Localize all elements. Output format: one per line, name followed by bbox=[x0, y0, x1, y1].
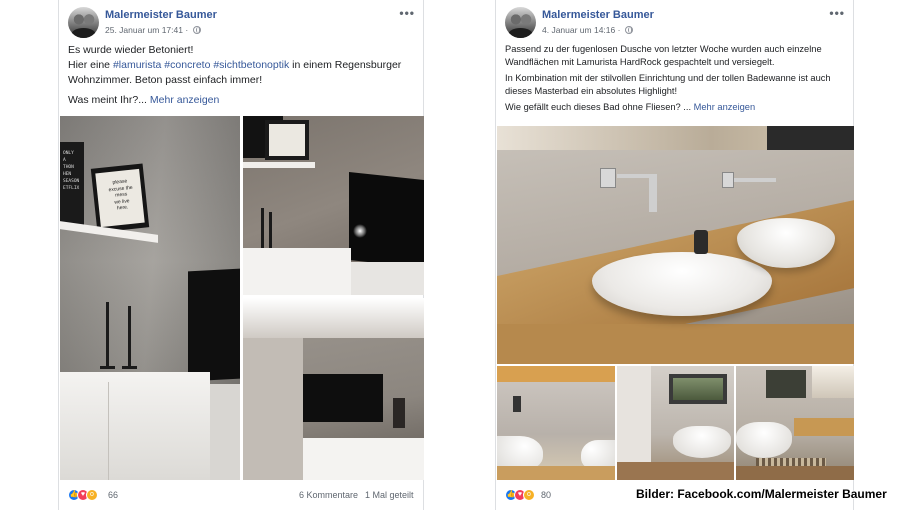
post-text: Passend zu der fugenlosen Dusche von let… bbox=[496, 40, 853, 114]
post-paragraph: Passend zu der fugenlosen Dusche von let… bbox=[505, 44, 822, 67]
post-text-line: Es wurde wieder Betoniert! bbox=[68, 44, 194, 56]
poster-text: please excuse the mess we live here. bbox=[108, 178, 133, 212]
poster-text: ONLY A THON HEN SEASON ETFLIX bbox=[63, 151, 80, 191]
hashtag-links[interactable]: #lamurista #concreto #sichtbetonoptik bbox=[113, 59, 289, 71]
post-photo-bathroom-window[interactable] bbox=[617, 366, 734, 480]
author-name[interactable]: Malermeister Baumer bbox=[105, 9, 217, 21]
reaction-count: 80 bbox=[541, 490, 552, 500]
author-avatar[interactable] bbox=[68, 7, 99, 38]
see-more-link[interactable]: Mehr anzeigen bbox=[150, 94, 219, 106]
timestamp-text[interactable]: 25. Januar um 17:41 · bbox=[105, 25, 188, 35]
reaction-count: 66 bbox=[108, 490, 119, 500]
post-timestamp[interactable]: 25. Januar um 17:41 · bbox=[105, 25, 201, 35]
author-avatar[interactable] bbox=[505, 7, 536, 38]
post-photo-tv-wall[interactable] bbox=[243, 298, 424, 480]
post-photo-livingroom-wall[interactable]: ONLY A THON HEN SEASON ETFLIX please exc… bbox=[60, 116, 240, 480]
wow-reaction-icon: o bbox=[523, 489, 535, 501]
shares-count[interactable]: 1 Mal geteilt bbox=[365, 490, 414, 500]
post-photo-bathroom-tub[interactable] bbox=[497, 366, 615, 480]
comments-count[interactable]: 6 Kommentare bbox=[299, 490, 358, 500]
timestamp-text[interactable]: 4. Januar um 14:16 · bbox=[542, 25, 620, 35]
globe-icon bbox=[192, 26, 201, 34]
post-question: Wie gefällt euch dieses Bad ohne Fliesen… bbox=[505, 102, 692, 113]
post-header: Malermeister Baumer 4. Januar um 14:16 ·… bbox=[496, 0, 853, 40]
post-text: Es wurde wieder Betoniert! Hier eine #la… bbox=[59, 40, 423, 108]
facebook-post-bathroom: Malermeister Baumer 4. Januar um 14:16 ·… bbox=[495, 0, 854, 510]
more-options-icon[interactable]: ••• bbox=[399, 6, 415, 20]
post-header: Malermeister Baumer 25. Januar um 17:41 … bbox=[59, 0, 423, 40]
post-footer: 👍 ♥ o 66 6 Kommentare 1 Mal geteilt bbox=[59, 484, 423, 506]
post-photo-bathroom-overview[interactable] bbox=[736, 366, 854, 480]
author-name[interactable]: Malermeister Baumer bbox=[542, 9, 654, 21]
post-photo-tv-shelf[interactable] bbox=[243, 116, 424, 295]
post-question: Was meint Ihr?... bbox=[68, 94, 147, 106]
post-timestamp[interactable]: 4. Januar um 14:16 · bbox=[542, 25, 633, 35]
post-paragraph: In Kombination mit der stilvollen Einric… bbox=[505, 73, 831, 96]
more-options-icon[interactable]: ••• bbox=[829, 6, 845, 20]
see-more-link[interactable]: Mehr anzeigen bbox=[694, 102, 756, 112]
post-photo-bathroom-basins[interactable] bbox=[497, 126, 854, 364]
facebook-post-livingroom: Malermeister Baumer 25. Januar um 17:41 … bbox=[58, 0, 424, 510]
globe-icon bbox=[624, 26, 633, 34]
image-credit: Bilder: Facebook.com/Malermeister Baumer bbox=[636, 487, 887, 501]
wow-reaction-icon: o bbox=[86, 489, 98, 501]
post-text-prefix: Hier eine bbox=[68, 59, 113, 71]
